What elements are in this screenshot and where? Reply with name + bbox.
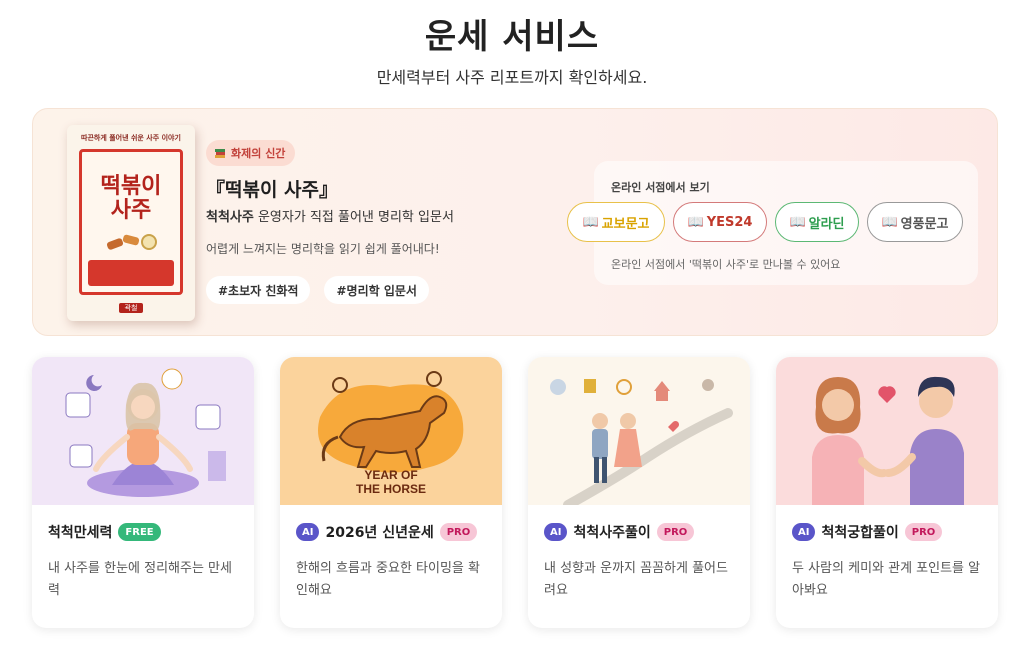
- card-title: 척척궁합풀이: [821, 525, 899, 541]
- tag-intro: #명리학 입문서: [324, 276, 429, 304]
- svg-text:THE HORSE: THE HORSE: [356, 482, 426, 496]
- service-card-gunghap[interactable]: AI 척척궁합풀이 PRO 두 사람의 케미와 관계 포인트를 알아봐요: [776, 357, 998, 628]
- book-cover-tagline: 따끈하게 풀어낸 쉬운 사주 이야기: [81, 134, 181, 142]
- page-subtitle: 만세력부터 사주 리포트까지 확인하세요.: [376, 68, 648, 87]
- store-kyobo-button[interactable]: 📖 교보문고: [567, 202, 665, 242]
- card-title: 2026년 신년운세: [325, 525, 434, 541]
- book-title: 『떡볶이 사주』: [206, 179, 339, 201]
- ai-badge: AI: [296, 523, 320, 541]
- meditation-illustration: [32, 357, 254, 505]
- page-title: 운세 서비스: [424, 17, 600, 57]
- book-subtext: 어렵게 느껴지는 명리학을 읽기 쉽게 풀어내다!: [206, 242, 440, 256]
- card-title: 척척사주풀이: [573, 525, 651, 541]
- ai-badge: AI: [544, 523, 568, 541]
- book-tags: #초보자 친화적 #명리학 입문서: [206, 276, 429, 304]
- online-store-box: 온라인 서점에서 보기 📖 교보문고 📖 YES24 📖 알라딘 📖 영풍문고 온라인 …: [567, 161, 978, 285]
- card-description: 한해의 흐름과 중요한 타이밍을 확인해요: [296, 561, 480, 598]
- card-description: 두 사람의 케미와 관계 포인트를 알아봐요: [792, 561, 981, 598]
- ai-badge: AI: [792, 523, 816, 541]
- book-description: 척척사주 운영자가 직접 풀어낸 명리학 입문서: [206, 210, 454, 225]
- card-title: 척척만세력: [48, 525, 113, 541]
- book-cover-author: 곽철: [67, 303, 195, 313]
- card-description: 내 사주를 한눈에 정리해주는 만세력: [48, 561, 232, 598]
- book-cover-frame: 떡볶이 사주: [79, 149, 183, 295]
- store-note: 온라인 서점에서 '떡볶이 사주'로 만나볼 수 있어요: [611, 258, 841, 271]
- service-cards: 척척만세력 FREE 내 사주를 한눈에 정리해주는 만세력 YEAR OF T…: [32, 357, 998, 628]
- page-header: 운세 서비스 만세력부터 사주 리포트까지 확인하세요.: [0, 14, 1024, 88]
- service-card-manse[interactable]: 척척만세력 FREE 내 사주를 한눈에 정리해주는 만세력: [32, 357, 254, 628]
- card-description: 내 성향과 운까지 꼼꼼하게 풀어드려요: [544, 561, 728, 598]
- book-cover-band: [88, 260, 174, 286]
- new-release-badge: 화제의 신간: [206, 140, 296, 166]
- couple-path-illustration: [528, 357, 750, 505]
- store-label: 온라인 서점에서 보기: [611, 181, 710, 194]
- horse-illustration: YEAR OF THE HORSE: [280, 357, 502, 505]
- pro-badge: PRO: [904, 523, 943, 541]
- store-buttons: 📖 교보문고 📖 YES24 📖 알라딘 📖 영풍문고: [567, 202, 963, 242]
- book-icon: 📖: [789, 214, 806, 230]
- tteokbokki-icon: [106, 234, 157, 250]
- tag-beginner: #초보자 친화적: [206, 276, 311, 304]
- pro-badge: PRO: [439, 523, 478, 541]
- book-cover-title: 떡볶이 사주: [100, 173, 162, 223]
- pro-badge: PRO: [656, 523, 695, 541]
- store-youngpoong-button[interactable]: 📖 영풍문고: [867, 202, 963, 242]
- book-cover[interactable]: 따끈하게 풀어낸 쉬운 사주 이야기 떡볶이 사주 곽철: [67, 125, 195, 321]
- book-icon: 📖: [687, 214, 704, 230]
- illustration-year-text: YEAR OF: [364, 468, 417, 482]
- store-yes24-button[interactable]: 📖 YES24: [673, 202, 767, 242]
- book-icon: 📖: [582, 214, 599, 230]
- book-icon: 📖: [881, 214, 898, 230]
- book-stack-icon: [215, 149, 225, 158]
- book-promo-banner[interactable]: 따끈하게 풀어낸 쉬운 사주 이야기 떡볶이 사주 곽철 화제의 신간 『떡볶이…: [32, 108, 998, 336]
- couple-holding-hands-illustration: [776, 357, 998, 505]
- store-aladin-button[interactable]: 📖 알라딘: [775, 202, 859, 242]
- service-card-newyear[interactable]: YEAR OF THE HORSE AI 2026년 신년운세 PRO 한해의 …: [280, 357, 502, 628]
- free-badge: FREE: [118, 523, 161, 541]
- service-card-saju[interactable]: AI 척척사주풀이 PRO 내 성향과 운까지 꼼꼼하게 풀어드려요: [528, 357, 750, 628]
